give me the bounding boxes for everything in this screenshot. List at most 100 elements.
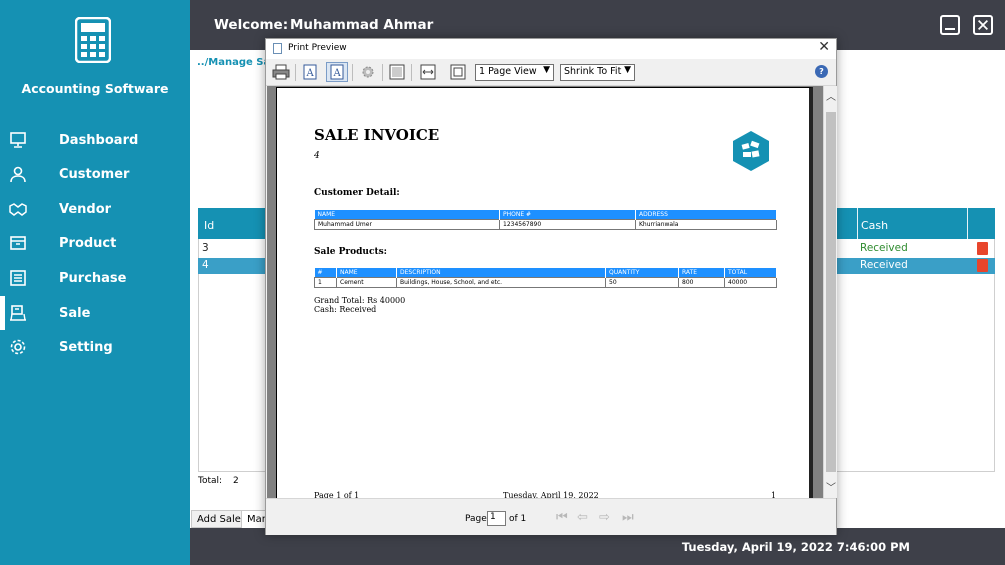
sidebar-item-purchase[interactable]: Purchase — [0, 261, 190, 295]
column-divider — [967, 208, 968, 239]
pdf-icon[interactable] — [977, 242, 988, 255]
page-label: Page — [465, 514, 487, 524]
product-cell-name: Cement — [336, 277, 397, 288]
datetime-label: Tuesday, April 19, 2022 7:46:00 PM — [681, 540, 910, 554]
next-page-icon[interactable]: ⇨ — [599, 510, 615, 526]
products-table: # NAME DESCRIPTION QUANTITY RATE TOTAL 1… — [314, 268, 777, 288]
dialog-titlebar[interactable]: Print Preview ✕ — [266, 39, 836, 59]
sidebar-item-label: Purchase — [59, 270, 127, 286]
dialog-close-button[interactable]: ✕ — [818, 39, 830, 55]
cell-cash: Received — [860, 242, 908, 254]
page-count-label: of 1 — [509, 514, 527, 524]
sidebar-item-label: Dashboard — [59, 132, 139, 148]
box-icon — [10, 236, 26, 250]
fit-page-icon[interactable] — [449, 63, 467, 81]
sidebar-item-customer[interactable]: Customer — [0, 157, 190, 191]
company-logo-icon — [733, 131, 769, 171]
dialog-title: Print Preview — [288, 43, 347, 53]
product-header-num: # — [314, 268, 337, 278]
app-title: Accounting Software — [21, 81, 169, 96]
scrollbar-thumb[interactable] — [826, 112, 836, 472]
page-number-input[interactable]: 1 — [487, 511, 506, 526]
monitor-icon — [10, 132, 26, 148]
help-icon[interactable]: ? — [815, 65, 828, 78]
preview-area: SALE INVOICE 4 Customer Detail: NAME PHO… — [267, 86, 823, 507]
zoom-in-text-icon[interactable]: A — [301, 63, 319, 81]
product-header-description: DESCRIPTION — [396, 268, 606, 278]
cash-register-icon — [10, 305, 26, 321]
product-header-name: NAME — [336, 268, 397, 278]
view-mode-select[interactable]: 1 Page View ▼ — [475, 64, 554, 81]
tab-add-sale[interactable]: Add Sale — [191, 510, 247, 528]
cell-cash: Received — [860, 259, 908, 271]
toolbar-separator — [295, 64, 296, 81]
chevron-up-icon[interactable]: ︿ — [826, 88, 836, 103]
chevron-down-icon: ▼ — [624, 65, 631, 75]
column-header-id[interactable]: Id — [204, 219, 214, 232]
sidebar-item-dashboard[interactable]: Dashboard — [0, 123, 190, 157]
fit-width-icon[interactable] — [419, 63, 437, 81]
minimize-icon — [945, 28, 955, 30]
user-name: Muhammad Ahmar — [290, 17, 434, 33]
welcome-label: Welcome: — [214, 17, 289, 33]
print-icon[interactable] — [272, 63, 290, 81]
sidebar-item-label: Product — [59, 235, 117, 251]
cell-id: 4 — [202, 259, 209, 271]
svg-text:A: A — [333, 68, 342, 79]
sidebar-item-label: Customer — [59, 166, 130, 182]
vertical-scrollbar[interactable]: ︿ ﹀ — [823, 86, 837, 498]
table-row: 1 Cement Buildings, House, School, and e… — [314, 277, 777, 288]
customer-header-address: ADDRESS — [635, 210, 777, 220]
breadcrumb: ../Manage Sal — [197, 57, 274, 68]
pdf-icon[interactable] — [977, 259, 988, 272]
calculator-icon — [75, 17, 111, 63]
sidebar-item-setting[interactable]: Setting — [0, 330, 190, 364]
total-value: 2 — [232, 476, 239, 486]
total-row: Total: 2 — [198, 476, 239, 486]
customer-header-name: NAME — [314, 210, 500, 220]
settings-icon[interactable] — [359, 63, 377, 81]
customer-cell-address: Khurrianwala — [635, 219, 777, 230]
customer-cell-phone: 1234567890 — [499, 219, 636, 230]
sidebar-item-vendor[interactable]: Vendor — [0, 192, 190, 226]
previous-page-icon[interactable]: ⇦ — [577, 510, 593, 526]
register-icon — [10, 270, 26, 286]
chevron-down-icon[interactable]: ﹀ — [826, 479, 836, 494]
toolbar-separator — [382, 64, 383, 81]
last-page-icon[interactable]: ⏭ — [622, 510, 638, 526]
sidebar-item-label: Vendor — [59, 201, 112, 217]
cell-id: 3 — [202, 242, 209, 254]
product-cell-rate: 800 — [678, 277, 725, 288]
gear-icon — [10, 339, 26, 355]
customer-header-phone: PHONE # — [499, 210, 636, 220]
zoom-mode-select[interactable]: Shrink To Fit ▼ — [560, 64, 635, 81]
chevron-down-icon: ▼ — [543, 65, 550, 75]
minimize-button[interactable] — [940, 15, 960, 35]
toolbar-separator — [411, 64, 412, 81]
products-section-title: Sale Products: — [314, 247, 387, 257]
user-icon — [10, 166, 26, 183]
column-header-cash[interactable]: Cash — [861, 219, 888, 232]
product-cell-total: 40000 — [724, 277, 777, 288]
close-icon — [978, 20, 988, 30]
handshake-icon — [9, 203, 27, 216]
auto-zoom-icon[interactable]: A — [326, 62, 348, 82]
one-page-icon[interactable] — [388, 63, 406, 81]
sidebar: Accounting Software Dashboard Customer V… — [0, 0, 190, 565]
svg-text:A: A — [306, 68, 315, 79]
total-label: Total: — [198, 476, 223, 486]
first-page-icon[interactable]: ⏮ — [556, 510, 572, 526]
sidebar-item-sale[interactable]: Sale — [0, 296, 190, 330]
column-divider — [857, 208, 858, 239]
table-row: Muhammad Umer 1234567890 Khurrianwala — [314, 219, 777, 230]
sidebar-item-label: Sale — [59, 305, 91, 321]
sidebar-item-label: Setting — [59, 339, 113, 355]
close-app-button[interactable] — [973, 15, 993, 35]
product-cell-description: Buildings, House, School, and etc. — [396, 277, 606, 288]
customer-cell-name: Muhammad Umer — [314, 219, 500, 230]
invoice-page: SALE INVOICE 4 Customer Detail: NAME PHO… — [276, 87, 813, 507]
product-cell-num: 1 — [314, 277, 337, 288]
print-preview-dialog: Print Preview ✕ A A 1 Page View ▼ Shrink… — [265, 38, 837, 535]
preview-toolbar: A A 1 Page View ▼ Shrink To Fit ▼ ? — [266, 60, 836, 86]
sidebar-item-product[interactable]: Product — [0, 226, 190, 260]
